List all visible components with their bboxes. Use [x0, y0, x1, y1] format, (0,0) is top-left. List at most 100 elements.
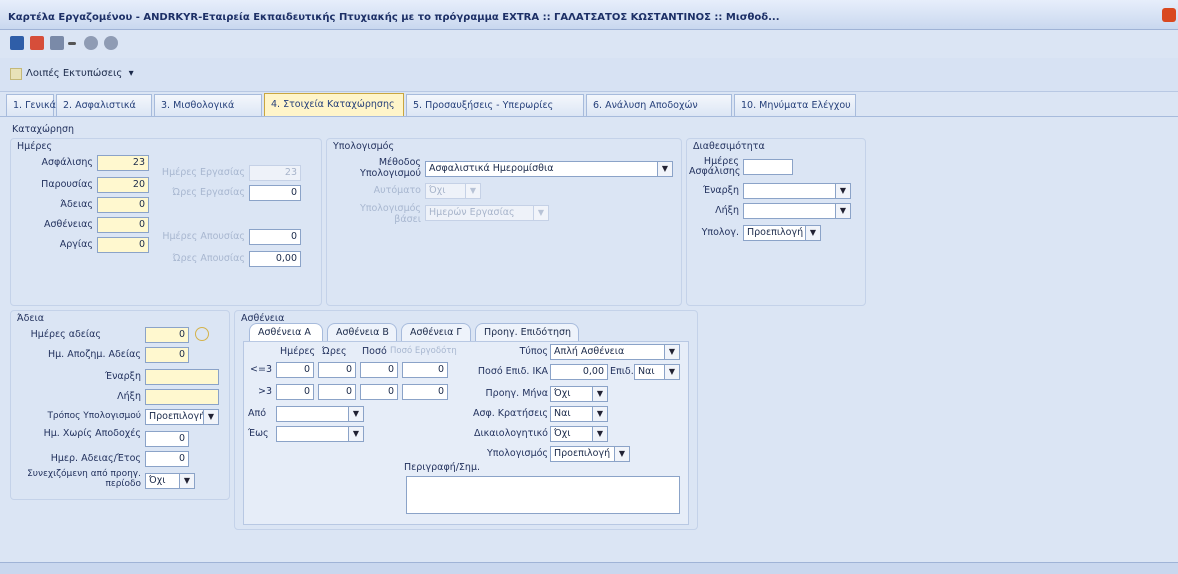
- delete-icon[interactable]: [30, 36, 44, 50]
- insured-days-input[interactable]: 23: [97, 155, 149, 171]
- r1-days[interactable]: 0: [276, 362, 314, 378]
- chevron-down-icon: ▼: [614, 447, 629, 461]
- sick-calc-select[interactable]: Προεπιλογή ▼: [550, 446, 630, 462]
- leave-method-label: Τρόπος Υπολογισμού: [47, 411, 141, 421]
- availability-calc-select[interactable]: Προεπιλογή ▼: [743, 225, 821, 241]
- tab-insurance[interactable]: 2. Ασφαλιστικά: [56, 94, 152, 116]
- leave-start-label: Έναρξη: [104, 371, 141, 382]
- unpaid-days-label: Ημ. Χωρίς Αποδοχές: [43, 428, 141, 439]
- main-tabs: 1. Γενικά 2. Ασφαλιστικά 3. Μισθολογικά …: [6, 93, 856, 116]
- r2-days[interactable]: 0: [276, 384, 314, 400]
- save-icon[interactable]: [10, 36, 24, 50]
- continuation-label: Συνεχιζόμενη από προηγ. περίοδο: [27, 469, 141, 489]
- work-days-input: 23: [249, 165, 301, 181]
- availability-end-select[interactable]: ▼: [743, 203, 851, 219]
- chevron-down-icon: ▼: [592, 427, 607, 441]
- auto-label: Αυτόματο: [373, 185, 421, 196]
- days-group-title: Ημέρες: [17, 141, 53, 152]
- leave-method-select[interactable]: Προεπιλογή ▼: [145, 409, 219, 425]
- col-employer-amount: Ποσό Εργοδότη: [390, 346, 457, 356]
- holiday-days-input[interactable]: 0: [97, 237, 149, 253]
- chevron-down-icon: ▼: [657, 162, 672, 176]
- document-label: Δικαιολογητικό: [473, 428, 548, 439]
- leave-days-input[interactable]: 0: [97, 197, 149, 213]
- absence-days-label: Ημέρες Απουσίας: [162, 231, 245, 242]
- r2-hours[interactable]: 0: [318, 384, 356, 400]
- tab-overtime[interactable]: 5. Προσαυξήσεις - Υπερωρίες: [406, 94, 584, 116]
- chevron-down-icon: ▼: [203, 410, 218, 424]
- form-icon[interactable]: [50, 36, 64, 50]
- tab-payroll[interactable]: 3. Μισθολογικά: [154, 94, 262, 116]
- attendance-days-label: Παρουσίας: [41, 179, 93, 190]
- notes-textarea[interactable]: [406, 476, 680, 514]
- availability-days-input[interactable]: [743, 159, 793, 175]
- r1-employer[interactable]: 0: [402, 362, 448, 378]
- availability-days-label: Ημέρες Ασφάλισης: [689, 156, 741, 177]
- tab-prev-subsidy[interactable]: Προηγ. Επιδότηση: [475, 323, 579, 341]
- calc-method-select[interactable]: Ασφαλιστικά Ημερομίσθια ▼: [425, 161, 673, 177]
- tab-general[interactable]: 1. Γενικά: [6, 94, 56, 116]
- type-label: Τύπος: [519, 346, 548, 357]
- tab-registration-details[interactable]: 4. Στοιχεία Καταχώρησης: [264, 93, 404, 116]
- leave-end-input[interactable]: [145, 389, 219, 405]
- work-hours-input[interactable]: 0: [249, 185, 301, 201]
- row-le3-label: <=3: [250, 364, 272, 375]
- from-select[interactable]: ▼: [276, 406, 364, 422]
- chevron-down-icon: ▼: [465, 184, 480, 198]
- type-select[interactable]: Απλή Ασθένεια ▼: [550, 344, 680, 360]
- sickness-group: Ασθένεια Ασθένεια Α Ασθένεια Β Ασθένεια …: [234, 310, 698, 530]
- tab-sickness-c[interactable]: Ασθένεια Γ: [401, 323, 471, 341]
- r2-employer[interactable]: 0: [402, 384, 448, 400]
- hand-icon[interactable]: [195, 327, 209, 341]
- tab-sickness-a[interactable]: Ασθένεια Α: [249, 323, 323, 341]
- chevron-down-icon: ▾: [125, 68, 134, 79]
- leave-group: Άδεια Ημέρες αδείας 0 Ημ. Αποζημ. Αδείας…: [10, 310, 230, 500]
- document-select[interactable]: Όχι ▼: [550, 426, 608, 442]
- availability-start-select[interactable]: ▼: [743, 183, 851, 199]
- absence-hours-input[interactable]: 0,00: [249, 251, 301, 267]
- leave-allowance-label: Ημ. Αποζημ. Αδείας: [47, 349, 141, 360]
- r2-amount[interactable]: 0: [360, 384, 398, 400]
- back-icon[interactable]: [84, 36, 98, 50]
- window-title-bar: Καρτέλα Εργαζομένου - ANDRKYR-Εταιρεία Ε…: [0, 0, 1178, 30]
- holiday-days-label: Αργίας: [59, 239, 93, 250]
- tab-earnings-analysis[interactable]: 6. Ανάλυση Αποδοχών: [586, 94, 732, 116]
- sick-calc-label: Υπολογισμός: [486, 448, 548, 459]
- continuation-select[interactable]: Όχι ▼: [145, 473, 195, 489]
- subsidy-select[interactable]: Ναι ▼: [634, 364, 680, 380]
- yearly-leave-label: Ημερ. Αδειας/Έτος: [50, 453, 141, 464]
- leave-group-title: Άδεια: [17, 313, 45, 324]
- leave-allowance-input[interactable]: 0: [145, 347, 189, 363]
- yearly-leave-input[interactable]: 0: [145, 451, 189, 467]
- calc-basis-label: Υπολογισμός βάσει: [359, 203, 421, 225]
- forward-icon[interactable]: [104, 36, 118, 50]
- ika-amount-label: Ποσό Επιδ. ΙΚΑ: [477, 366, 548, 377]
- prev-month-select[interactable]: Όχι ▼: [550, 386, 608, 402]
- minus-icon[interactable]: [68, 42, 76, 45]
- leave-start-input[interactable]: [145, 369, 219, 385]
- ika-amount-input[interactable]: 0,00: [550, 364, 608, 380]
- panel-title: Καταχώρηση: [12, 124, 75, 135]
- availability-start-label: Έναρξη: [702, 185, 739, 196]
- print-icon: [10, 68, 22, 80]
- from-label: Από: [248, 408, 267, 419]
- to-select[interactable]: ▼: [276, 426, 364, 442]
- insurance-deductions-select[interactable]: Ναι ▼: [550, 406, 608, 422]
- close-window-button[interactable]: [1162, 8, 1176, 22]
- chevron-down-icon: ▼: [592, 387, 607, 401]
- r1-hours[interactable]: 0: [318, 362, 356, 378]
- tab-check-messages[interactable]: 10. Μηνύματα Ελέγχου: [734, 94, 856, 116]
- leave-days-input[interactable]: 0: [145, 327, 189, 343]
- r1-amount[interactable]: 0: [360, 362, 398, 378]
- absence-days-input[interactable]: 0: [249, 229, 301, 245]
- subsidy-label: Επιδ.: [610, 366, 634, 377]
- unpaid-days-input[interactable]: 0: [145, 431, 189, 447]
- other-prints-menu[interactable]: Λοιπές Εκτυπώσεις ▾: [26, 68, 134, 79]
- calc-basis-select: Ημερών Εργασίας ▼: [425, 205, 549, 221]
- calc-method-label: Μέθοδος Υπολογισμού: [360, 157, 421, 179]
- chevron-down-icon: ▼: [835, 204, 850, 218]
- calculation-group-title: Υπολογισμός: [333, 141, 395, 152]
- attendance-days-input[interactable]: 20: [97, 177, 149, 193]
- sick-days-input[interactable]: 0: [97, 217, 149, 233]
- tab-sickness-b[interactable]: Ασθένεια Β: [327, 323, 397, 341]
